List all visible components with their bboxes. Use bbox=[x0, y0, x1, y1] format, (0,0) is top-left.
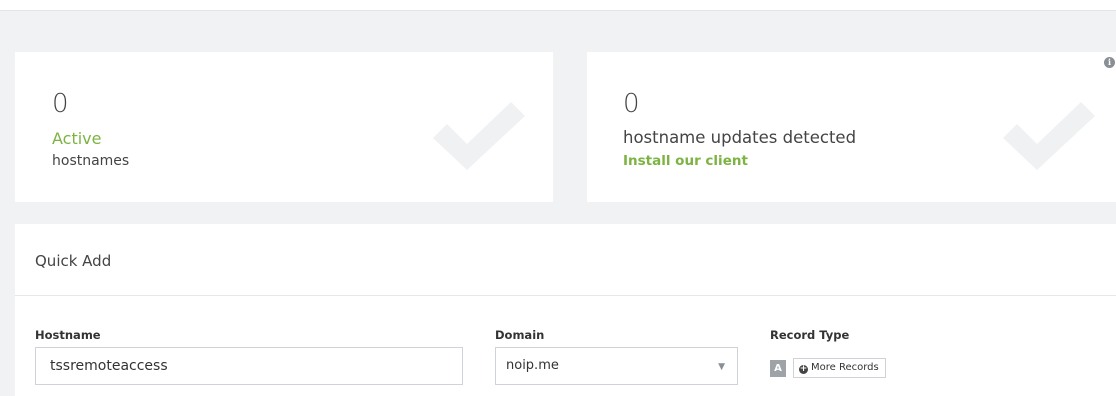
plus-circle-icon: + bbox=[799, 364, 808, 374]
domain-select-value: noip.me bbox=[506, 358, 559, 373]
hostname-updates-count: 0 bbox=[623, 89, 640, 119]
hostname-updates-label: hostname updates detected bbox=[623, 128, 857, 147]
top-bar bbox=[0, 0, 1116, 11]
hostnames-label: hostnames bbox=[52, 153, 130, 169]
domain-select[interactable]: noip.me ▼ bbox=[495, 347, 738, 385]
record-type-label: Record Type bbox=[770, 328, 850, 342]
hostname-label: Hostname bbox=[35, 328, 101, 342]
check-icon bbox=[433, 102, 525, 170]
domain-label: Domain bbox=[495, 328, 545, 342]
chevron-down-icon: ▼ bbox=[718, 362, 725, 372]
active-hostnames-card: 0 Active hostnames bbox=[15, 52, 553, 202]
active-hostnames-count: 0 bbox=[52, 89, 69, 119]
record-type-a-button[interactable]: A bbox=[770, 360, 786, 377]
active-label: Active bbox=[52, 129, 102, 148]
quick-add-header: Quick Add bbox=[15, 224, 1116, 296]
quick-add-title: Quick Add bbox=[35, 252, 112, 270]
info-icon[interactable]: i bbox=[1104, 57, 1115, 68]
install-client-link[interactable]: Install our client bbox=[623, 152, 748, 170]
more-records-button[interactable]: + More Records bbox=[793, 358, 886, 378]
more-records-label: More Records bbox=[811, 362, 879, 373]
quick-add-panel: Quick Add Hostname Domain noip.me ▼ Reco… bbox=[15, 224, 1116, 396]
hostname-updates-card: 0 hostname updates detected Install our … bbox=[587, 52, 1116, 202]
hostname-input[interactable] bbox=[35, 347, 463, 385]
check-icon bbox=[1003, 102, 1095, 170]
